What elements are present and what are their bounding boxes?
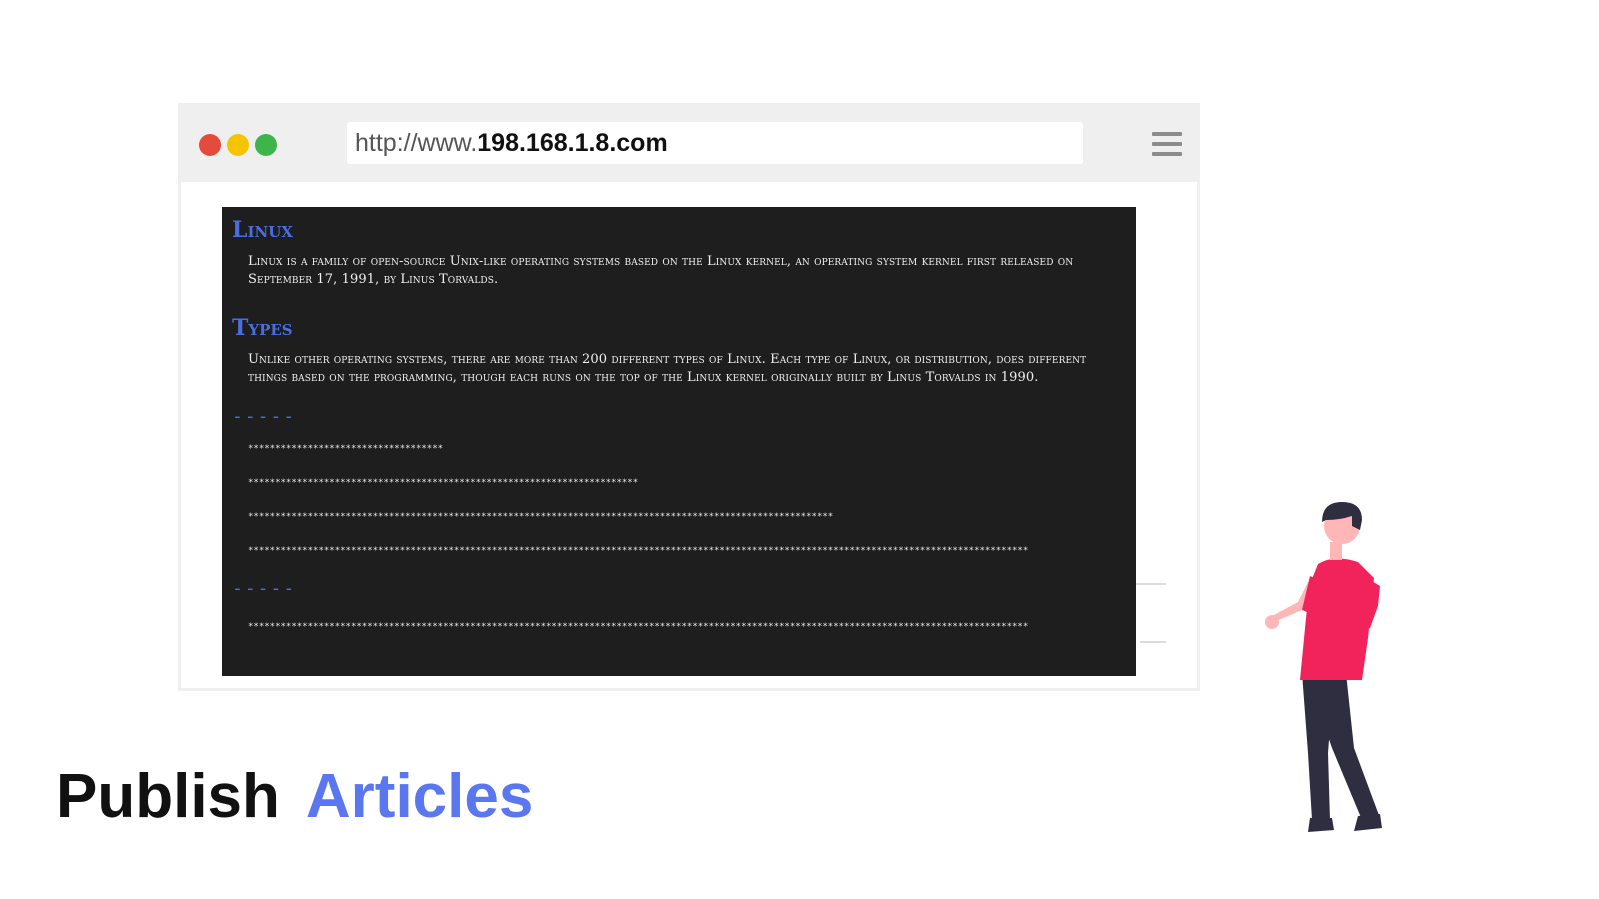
address-bar[interactable]: http://www.198.168.1.8.com [347, 122, 1083, 164]
minimize-window-dot-icon[interactable] [227, 134, 249, 156]
masked-line: ****************************************… [248, 512, 834, 522]
article-panel: Linux Linux is a family of open-source U… [222, 207, 1136, 676]
caption-title: Publish Articles [56, 760, 533, 834]
heading-linux: Linux [232, 217, 293, 243]
section-divider: ----- [232, 578, 297, 599]
address-host: 198.168.1.8.com [477, 129, 668, 157]
maximize-window-dot-icon[interactable] [255, 134, 277, 156]
caption-word-articles: Articles [305, 762, 534, 831]
paragraph-linux: Linux is a family of open-source Unix-li… [248, 254, 1074, 287]
masked-line: ****************************************… [248, 478, 639, 488]
section-divider: ----- [232, 406, 297, 427]
masked-line: ****************************************… [248, 622, 1029, 632]
masked-line: ****************************************… [248, 546, 1029, 556]
faint-line [1140, 641, 1166, 643]
browser-toolbar: http://www.198.168.1.8.com [181, 106, 1197, 182]
address-prefix: http://www. [355, 129, 478, 157]
caption-word-publish: Publish [56, 762, 280, 831]
masked-line: ************************************ [248, 444, 444, 454]
person-illustration [1265, 502, 1382, 832]
hamburger-menu-icon[interactable] [1152, 132, 1182, 158]
close-window-dot-icon[interactable] [199, 134, 221, 156]
faint-line [1136, 583, 1166, 585]
paragraph-types: Unlike other operating systems, there ar… [248, 352, 1087, 385]
heading-types: Types [232, 315, 293, 341]
